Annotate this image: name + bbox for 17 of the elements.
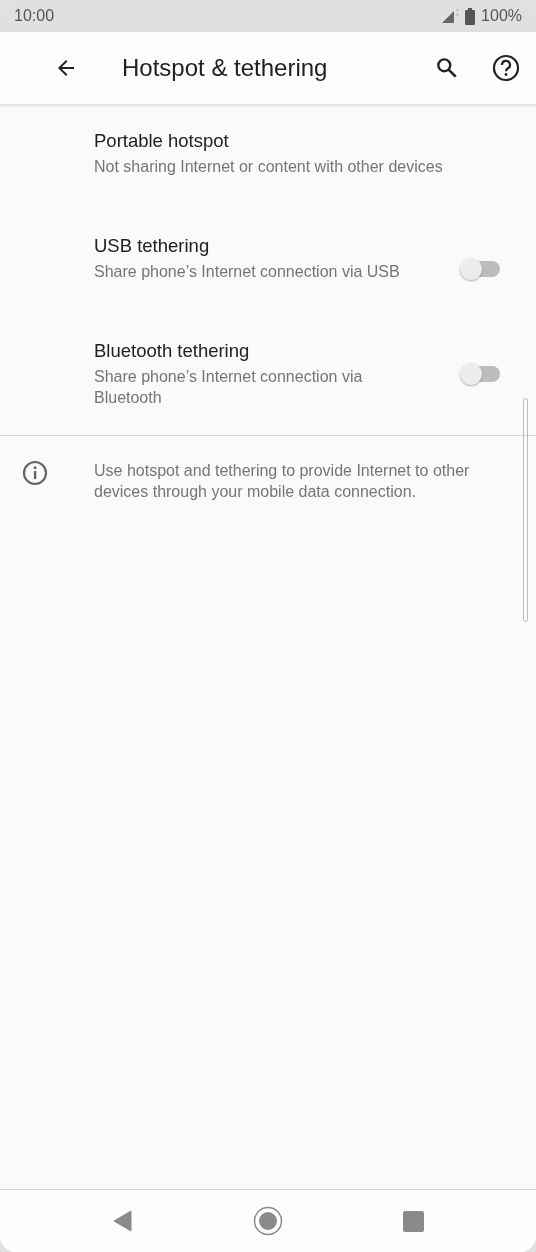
home-nav-icon[interactable]: [252, 1206, 283, 1236]
setting-title[interactable]: Portable hotspot: [94, 130, 229, 152]
help-button[interactable]: [492, 54, 520, 82]
info-icon: [22, 460, 48, 486]
setting-summary: Not sharing Internet or content with other devices: [94, 157, 443, 177]
battery-icon: [465, 7, 476, 25]
status-time: 10:00: [14, 7, 55, 25]
setting-summary: Share phone’s Internet connection via USB: [94, 262, 400, 282]
setting-summary: Share phone’s Internet connection via Bluetooth: [94, 367, 364, 408]
battery-level: 100%: [481, 7, 522, 25]
info-text: Use hotspot and tethering to provide Internet to other devices through your mobile data connection.: [94, 461, 471, 502]
signal-icon: [441, 8, 460, 24]
screen-title: Hotspot & tethering: [122, 54, 329, 82]
setting-title[interactable]: Bluetooth tethering: [94, 340, 250, 362]
back-nav-icon[interactable]: [112, 1210, 133, 1232]
setting-title[interactable]: USB tethering: [94, 235, 210, 257]
recents-nav-icon[interactable]: [402, 1210, 424, 1232]
